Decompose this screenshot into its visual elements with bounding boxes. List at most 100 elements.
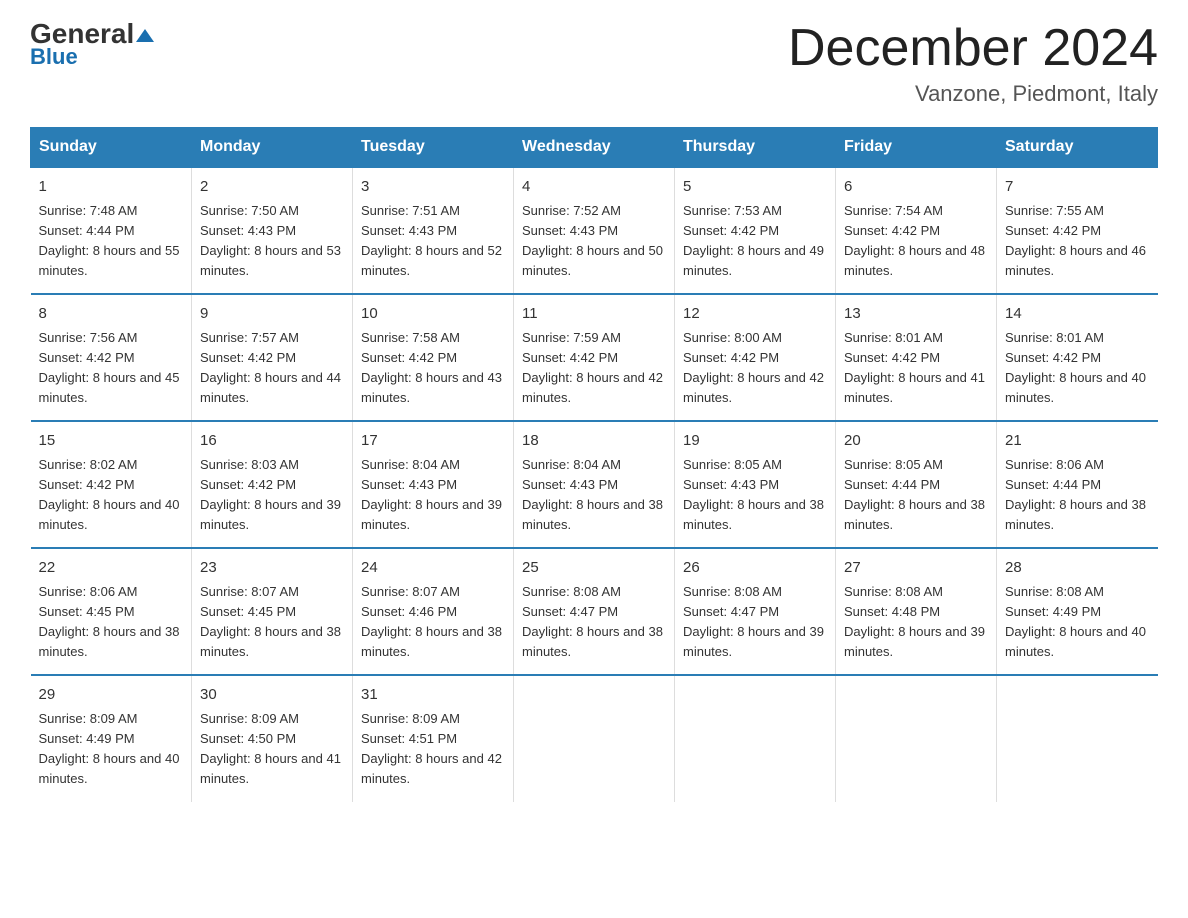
- calendar-cell: 4 Sunrise: 7:52 AMSunset: 4:43 PMDayligh…: [514, 167, 675, 294]
- calendar-week-3: 15 Sunrise: 8:02 AMSunset: 4:42 PMDaylig…: [31, 421, 1158, 548]
- day-number: 19: [683, 430, 827, 453]
- calendar-cell: 15 Sunrise: 8:02 AMSunset: 4:42 PMDaylig…: [31, 421, 192, 548]
- day-info: Sunrise: 8:09 AMSunset: 4:50 PMDaylight:…: [200, 711, 341, 786]
- calendar-cell: 2 Sunrise: 7:50 AMSunset: 4:43 PMDayligh…: [192, 167, 353, 294]
- day-number: 2: [200, 176, 344, 199]
- header-thursday: Thursday: [675, 128, 836, 168]
- calendar-cell: 19 Sunrise: 8:05 AMSunset: 4:43 PMDaylig…: [675, 421, 836, 548]
- calendar-cell: 20 Sunrise: 8:05 AMSunset: 4:44 PMDaylig…: [836, 421, 997, 548]
- header-wednesday: Wednesday: [514, 128, 675, 168]
- calendar-cell: 22 Sunrise: 8:06 AMSunset: 4:45 PMDaylig…: [31, 548, 192, 675]
- location-subtitle: Vanzone, Piedmont, Italy: [788, 81, 1158, 107]
- day-number: 1: [39, 176, 184, 199]
- calendar-cell: 23 Sunrise: 8:07 AMSunset: 4:45 PMDaylig…: [192, 548, 353, 675]
- day-number: 27: [844, 557, 988, 580]
- day-info: Sunrise: 7:59 AMSunset: 4:42 PMDaylight:…: [522, 330, 663, 405]
- calendar-cell: 17 Sunrise: 8:04 AMSunset: 4:43 PMDaylig…: [353, 421, 514, 548]
- day-number: 13: [844, 303, 988, 326]
- day-number: 6: [844, 176, 988, 199]
- day-number: 5: [683, 176, 827, 199]
- day-info: Sunrise: 8:08 AMSunset: 4:48 PMDaylight:…: [844, 584, 985, 659]
- calendar-cell: 5 Sunrise: 7:53 AMSunset: 4:42 PMDayligh…: [675, 167, 836, 294]
- day-number: 28: [1005, 557, 1150, 580]
- day-info: Sunrise: 8:00 AMSunset: 4:42 PMDaylight:…: [683, 330, 824, 405]
- day-info: Sunrise: 8:01 AMSunset: 4:42 PMDaylight:…: [844, 330, 985, 405]
- logo-subtitle: Blue: [30, 44, 78, 70]
- day-info: Sunrise: 8:08 AMSunset: 4:47 PMDaylight:…: [683, 584, 824, 659]
- calendar-cell: 3 Sunrise: 7:51 AMSunset: 4:43 PMDayligh…: [353, 167, 514, 294]
- day-info: Sunrise: 7:48 AMSunset: 4:44 PMDaylight:…: [39, 203, 180, 278]
- day-number: 9: [200, 303, 344, 326]
- day-info: Sunrise: 8:08 AMSunset: 4:47 PMDaylight:…: [522, 584, 663, 659]
- day-number: 4: [522, 176, 666, 199]
- calendar-cell: 6 Sunrise: 7:54 AMSunset: 4:42 PMDayligh…: [836, 167, 997, 294]
- day-info: Sunrise: 8:06 AMSunset: 4:44 PMDaylight:…: [1005, 457, 1146, 532]
- logo: General Blue: [30, 20, 154, 70]
- calendar-cell: 21 Sunrise: 8:06 AMSunset: 4:44 PMDaylig…: [997, 421, 1158, 548]
- day-info: Sunrise: 7:53 AMSunset: 4:42 PMDaylight:…: [683, 203, 824, 278]
- header-sunday: Sunday: [31, 128, 192, 168]
- calendar-cell: 7 Sunrise: 7:55 AMSunset: 4:42 PMDayligh…: [997, 167, 1158, 294]
- day-number: 16: [200, 430, 344, 453]
- day-number: 12: [683, 303, 827, 326]
- page-header: General Blue December 2024 Vanzone, Pied…: [30, 20, 1158, 107]
- calendar-table: Sunday Monday Tuesday Wednesday Thursday…: [30, 127, 1158, 801]
- day-info: Sunrise: 8:05 AMSunset: 4:44 PMDaylight:…: [844, 457, 985, 532]
- day-info: Sunrise: 8:01 AMSunset: 4:42 PMDaylight:…: [1005, 330, 1146, 405]
- day-info: Sunrise: 7:52 AMSunset: 4:43 PMDaylight:…: [522, 203, 663, 278]
- day-info: Sunrise: 7:50 AMSunset: 4:43 PMDaylight:…: [200, 203, 341, 278]
- day-number: 24: [361, 557, 505, 580]
- day-number: 30: [200, 684, 344, 707]
- day-info: Sunrise: 7:54 AMSunset: 4:42 PMDaylight:…: [844, 203, 985, 278]
- calendar-cell: 9 Sunrise: 7:57 AMSunset: 4:42 PMDayligh…: [192, 294, 353, 421]
- calendar-cell: 1 Sunrise: 7:48 AMSunset: 4:44 PMDayligh…: [31, 167, 192, 294]
- header-saturday: Saturday: [997, 128, 1158, 168]
- day-number: 7: [1005, 176, 1150, 199]
- day-info: Sunrise: 7:56 AMSunset: 4:42 PMDaylight:…: [39, 330, 180, 405]
- calendar-cell: 27 Sunrise: 8:08 AMSunset: 4:48 PMDaylig…: [836, 548, 997, 675]
- header-friday: Friday: [836, 128, 997, 168]
- day-number: 31: [361, 684, 505, 707]
- day-number: 14: [1005, 303, 1150, 326]
- day-info: Sunrise: 8:09 AMSunset: 4:49 PMDaylight:…: [39, 711, 180, 786]
- day-info: Sunrise: 8:04 AMSunset: 4:43 PMDaylight:…: [522, 457, 663, 532]
- day-info: Sunrise: 8:03 AMSunset: 4:42 PMDaylight:…: [200, 457, 341, 532]
- day-number: 3: [361, 176, 505, 199]
- day-number: 25: [522, 557, 666, 580]
- calendar-week-2: 8 Sunrise: 7:56 AMSunset: 4:42 PMDayligh…: [31, 294, 1158, 421]
- calendar-cell: 11 Sunrise: 7:59 AMSunset: 4:42 PMDaylig…: [514, 294, 675, 421]
- day-number: 11: [522, 303, 666, 326]
- calendar-cell: 8 Sunrise: 7:56 AMSunset: 4:42 PMDayligh…: [31, 294, 192, 421]
- header-tuesday: Tuesday: [353, 128, 514, 168]
- calendar-cell: 24 Sunrise: 8:07 AMSunset: 4:46 PMDaylig…: [353, 548, 514, 675]
- calendar-cell: 12 Sunrise: 8:00 AMSunset: 4:42 PMDaylig…: [675, 294, 836, 421]
- day-number: 20: [844, 430, 988, 453]
- day-info: Sunrise: 8:06 AMSunset: 4:45 PMDaylight:…: [39, 584, 180, 659]
- day-number: 26: [683, 557, 827, 580]
- calendar-cell: 18 Sunrise: 8:04 AMSunset: 4:43 PMDaylig…: [514, 421, 675, 548]
- day-info: Sunrise: 8:09 AMSunset: 4:51 PMDaylight:…: [361, 711, 502, 786]
- day-number: 10: [361, 303, 505, 326]
- calendar-cell: [836, 675, 997, 801]
- calendar-cell: 10 Sunrise: 7:58 AMSunset: 4:42 PMDaylig…: [353, 294, 514, 421]
- calendar-cell: 28 Sunrise: 8:08 AMSunset: 4:49 PMDaylig…: [997, 548, 1158, 675]
- calendar-cell: [514, 675, 675, 801]
- day-number: 17: [361, 430, 505, 453]
- day-info: Sunrise: 8:07 AMSunset: 4:45 PMDaylight:…: [200, 584, 341, 659]
- calendar-week-4: 22 Sunrise: 8:06 AMSunset: 4:45 PMDaylig…: [31, 548, 1158, 675]
- header-monday: Monday: [192, 128, 353, 168]
- calendar-header-row: Sunday Monday Tuesday Wednesday Thursday…: [31, 128, 1158, 168]
- day-info: Sunrise: 8:07 AMSunset: 4:46 PMDaylight:…: [361, 584, 502, 659]
- title-block: December 2024 Vanzone, Piedmont, Italy: [788, 20, 1158, 107]
- day-info: Sunrise: 8:02 AMSunset: 4:42 PMDaylight:…: [39, 457, 180, 532]
- day-info: Sunrise: 8:04 AMSunset: 4:43 PMDaylight:…: [361, 457, 502, 532]
- calendar-cell: 29 Sunrise: 8:09 AMSunset: 4:49 PMDaylig…: [31, 675, 192, 801]
- calendar-cell: 31 Sunrise: 8:09 AMSunset: 4:51 PMDaylig…: [353, 675, 514, 801]
- calendar-cell: 30 Sunrise: 8:09 AMSunset: 4:50 PMDaylig…: [192, 675, 353, 801]
- day-number: 8: [39, 303, 184, 326]
- day-info: Sunrise: 7:58 AMSunset: 4:42 PMDaylight:…: [361, 330, 502, 405]
- calendar-cell: 16 Sunrise: 8:03 AMSunset: 4:42 PMDaylig…: [192, 421, 353, 548]
- day-info: Sunrise: 8:05 AMSunset: 4:43 PMDaylight:…: [683, 457, 824, 532]
- calendar-cell: 13 Sunrise: 8:01 AMSunset: 4:42 PMDaylig…: [836, 294, 997, 421]
- day-info: Sunrise: 8:08 AMSunset: 4:49 PMDaylight:…: [1005, 584, 1146, 659]
